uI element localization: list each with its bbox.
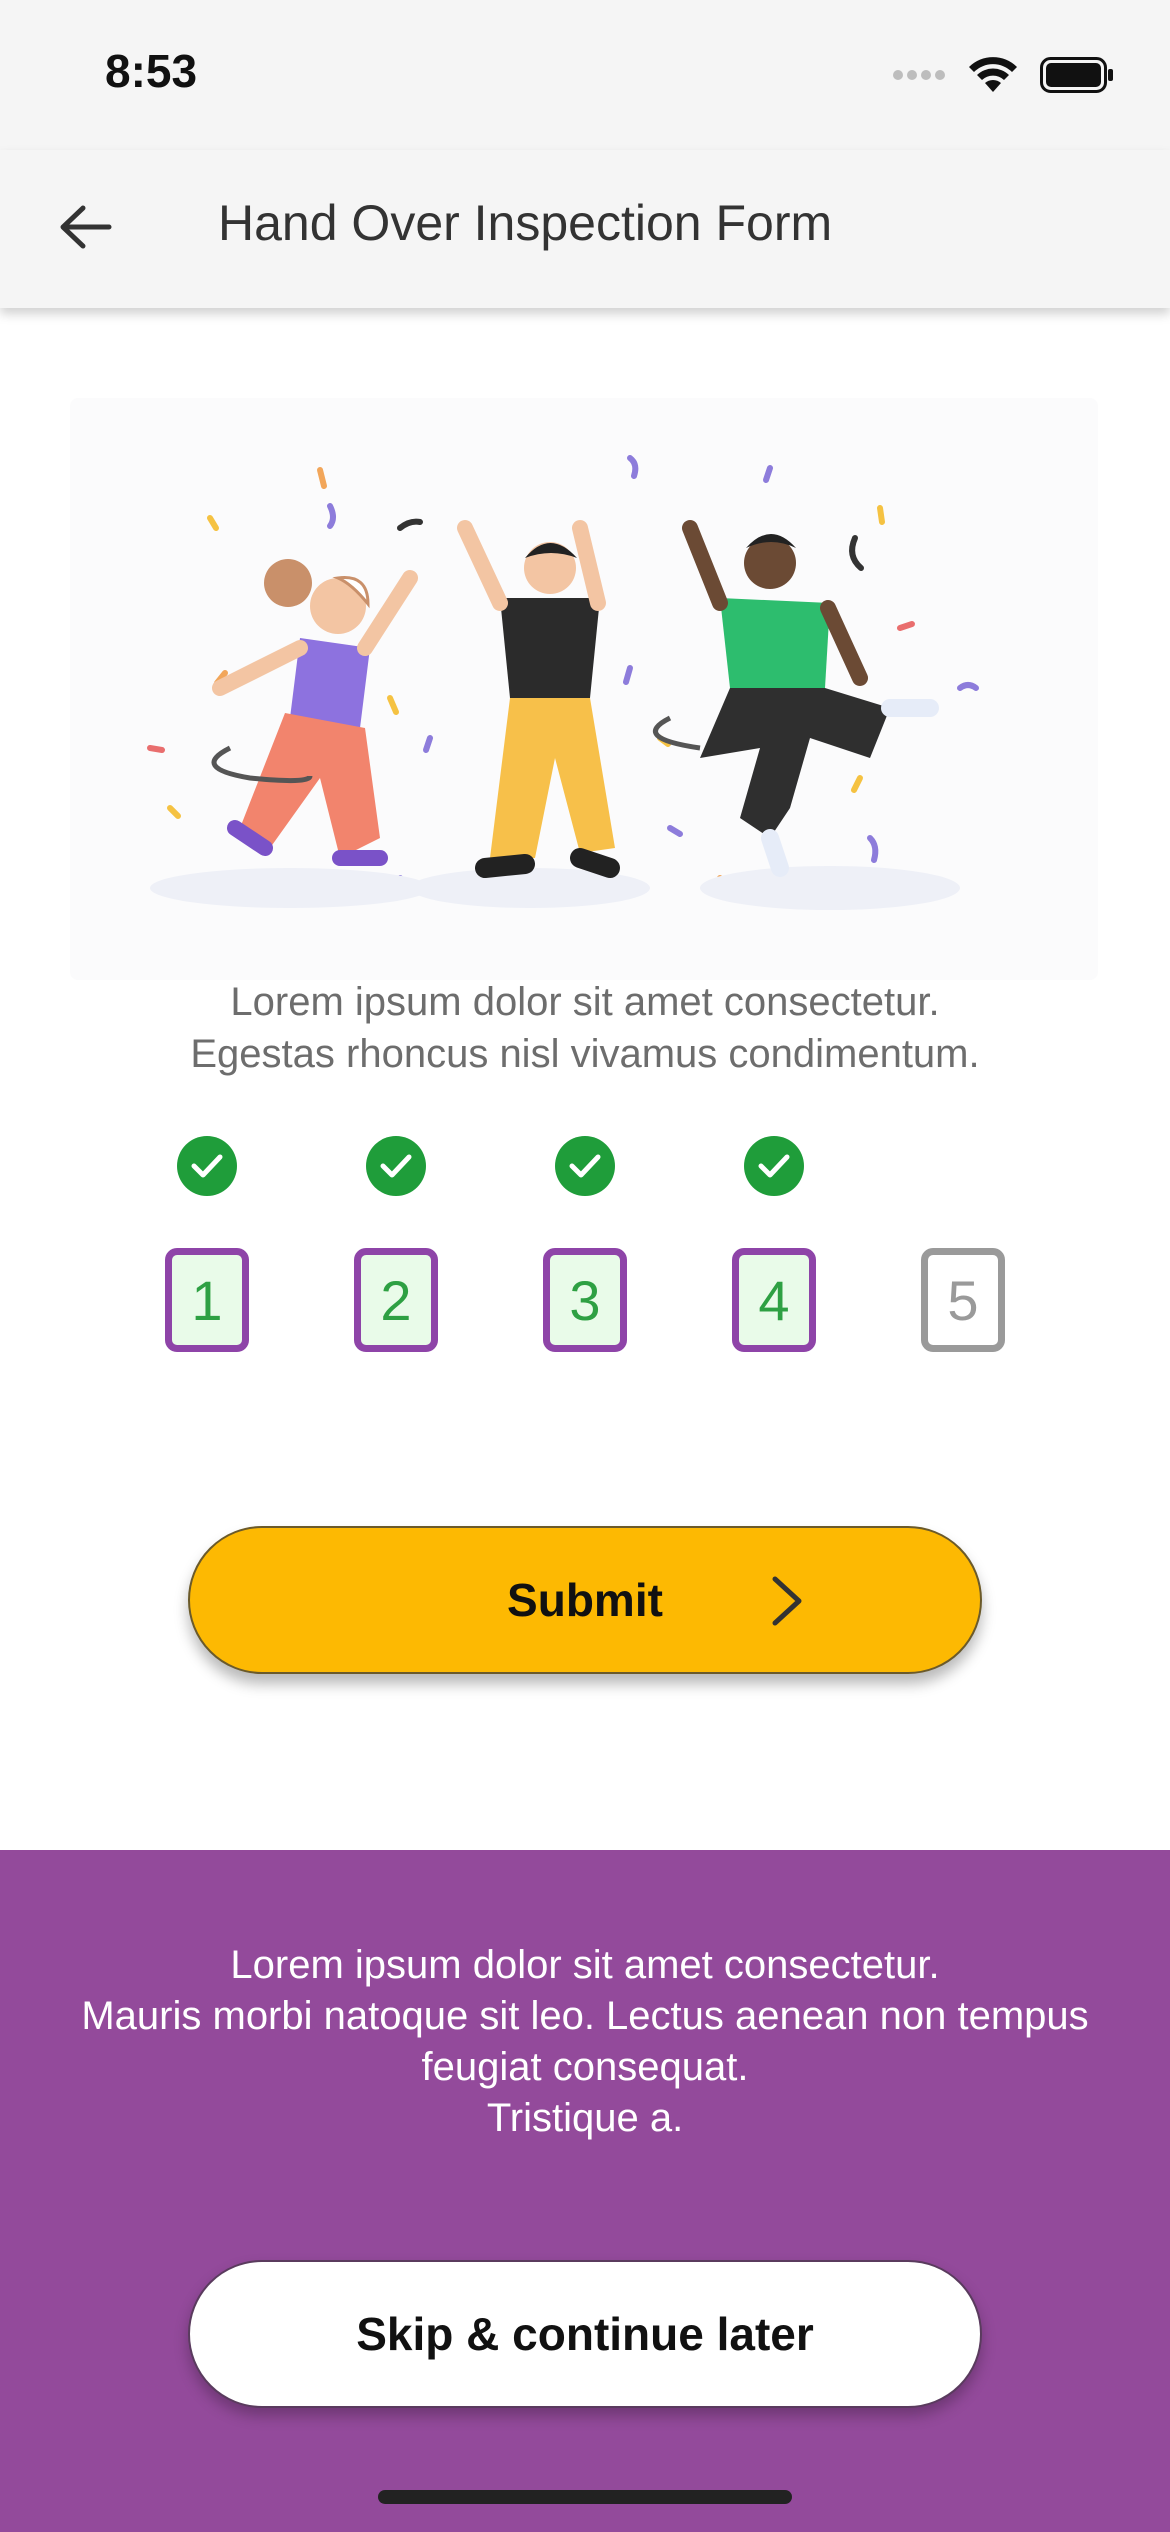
intro-text: Lorem ipsum dolor sit amet consectetur. … — [0, 976, 1170, 1080]
screen: 8:53 Hand Over Inspection Form Lorem ips… — [0, 0, 1170, 2532]
footer-line: Lorem ipsum dolor sit amet consectetur. — [230, 1943, 940, 1987]
status-bar: 8:53 — [0, 0, 1170, 150]
step-1-check-icon — [177, 1136, 237, 1196]
step-4-check-icon — [744, 1136, 804, 1196]
step-1[interactable]: 1 — [165, 1248, 249, 1352]
step-3[interactable]: 3 — [543, 1248, 627, 1352]
dancer-right — [653, 520, 939, 877]
cellular-signal-icon — [893, 70, 945, 80]
step-2[interactable]: 2 — [354, 1248, 438, 1352]
intro-line: Lorem ipsum dolor sit amet consectetur. — [230, 980, 940, 1024]
step-progress: 1 2 3 4 5 — [0, 1130, 1170, 1360]
step-5[interactable]: 5 — [921, 1248, 1005, 1352]
status-icons — [892, 50, 1114, 100]
arrow-left-icon — [60, 205, 112, 249]
submit-label: Submit — [507, 1574, 663, 1626]
intro-line: Egestas rhoncus nisl vivamus condimentum… — [190, 1032, 980, 1076]
step-3-check-icon — [555, 1136, 615, 1196]
status-time: 8:53 — [105, 45, 198, 97]
dancer-left — [211, 559, 418, 866]
footer-line: Mauris morbi natoque sit leo. Lectus aen… — [81, 1994, 1089, 2089]
footer-panel: Lorem ipsum dolor sit amet consectetur. … — [0, 1850, 1170, 2532]
dancer-middle — [457, 520, 620, 878]
submit-button[interactable]: Submit — [188, 1526, 982, 1674]
back-button[interactable] — [50, 192, 120, 262]
app-bar: Hand Over Inspection Form — [0, 150, 1170, 308]
page-title: Hand Over Inspection Form — [218, 195, 833, 251]
celebration-illustration — [70, 398, 1098, 980]
step-4[interactable]: 4 — [732, 1248, 816, 1352]
chevron-right-icon — [754, 1568, 820, 1634]
wifi-icon — [969, 57, 1017, 92]
battery-icon — [1040, 57, 1113, 93]
footer-text: Lorem ipsum dolor sit amet consectetur. … — [0, 1940, 1170, 2144]
footer-line: Tristique a. — [486, 2096, 684, 2140]
step-2-check-icon — [366, 1136, 426, 1196]
home-indicator — [378, 2490, 792, 2504]
skip-continue-later-button[interactable]: Skip & continue later — [188, 2260, 982, 2408]
